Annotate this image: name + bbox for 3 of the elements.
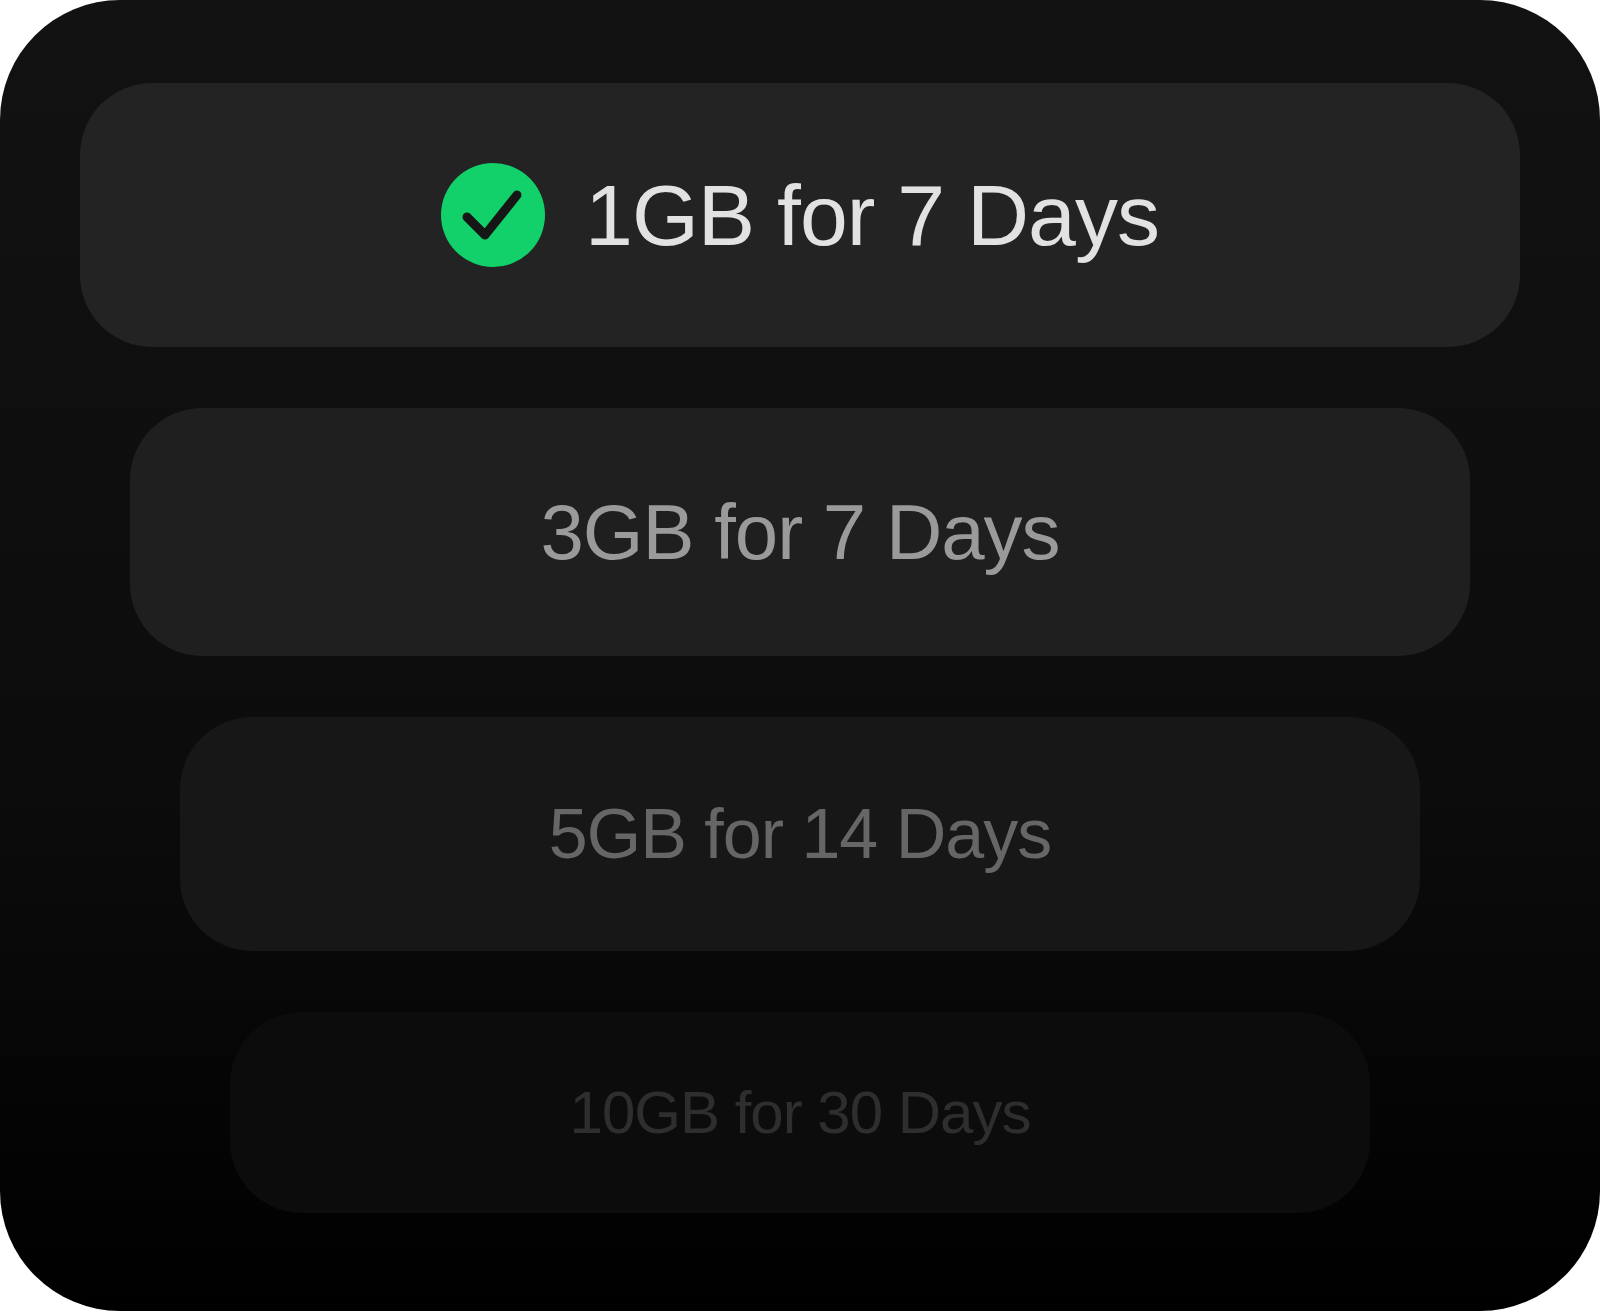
- plan-option[interactable]: 5GB for 14 Days: [180, 717, 1420, 951]
- plan-option[interactable]: 3GB for 7 Days: [130, 408, 1470, 656]
- plan-option[interactable]: 1GB for 7 Days: [80, 83, 1520, 347]
